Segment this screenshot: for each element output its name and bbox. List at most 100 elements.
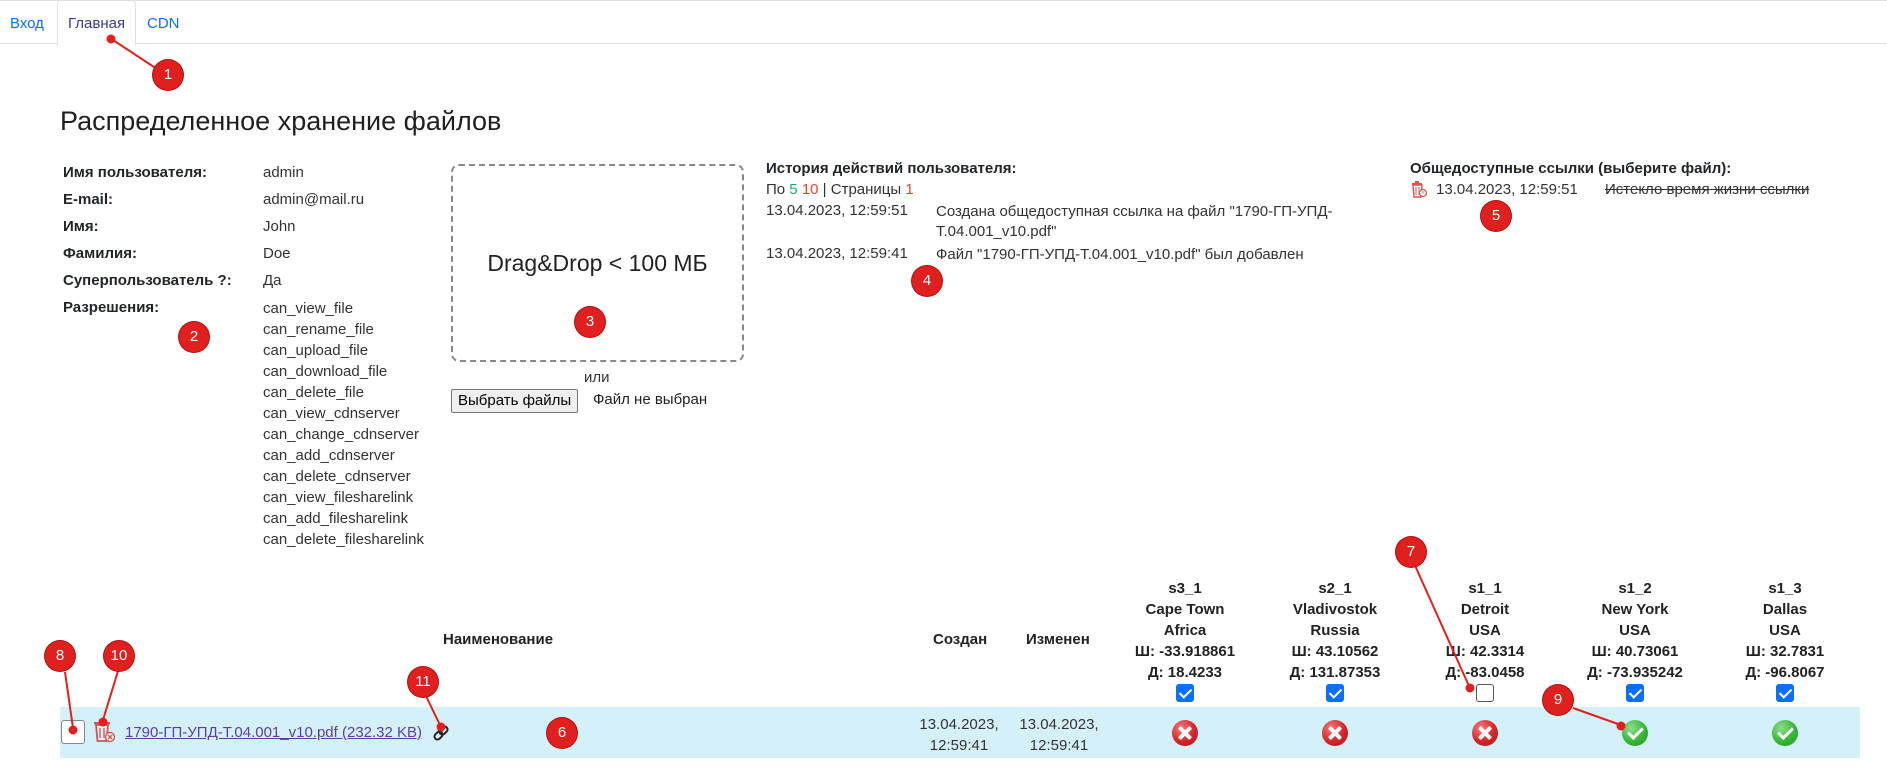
- server-header-s1_2: s1_2 New York USA Ш: 40.73061 Д: -73.935242: [1555, 578, 1715, 702]
- file-link[interactable]: 1790-ГП-УПД-Т.04.001_v10.pdf (232.32 KB): [125, 724, 422, 741]
- col-modified-header: Изменен: [1026, 631, 1090, 648]
- share-link-icon[interactable]: [432, 724, 450, 742]
- server-region: USA: [1619, 622, 1651, 639]
- permission-item: can_rename_file: [263, 321, 374, 338]
- server-header-s2_1: s2_1 Vladivostok Russia Ш: 43.10562 Д: 131.8…: [1255, 578, 1415, 702]
- annotation-badge: 3: [575, 307, 605, 337]
- username-label: Имя пользователя:: [63, 164, 207, 181]
- first-name-label: Имя:: [63, 218, 99, 235]
- server-checkbox[interactable]: [1476, 684, 1494, 702]
- history-entry-text: Создана общедоступная ссылка на файл "17…: [936, 203, 1333, 240]
- history-pager: По 5 10 | Страницы 1: [766, 181, 914, 198]
- server-header-s3_1: s3_1 Cape Town Africa Ш: -33.918861 Д: 18.42…: [1105, 578, 1265, 702]
- history-entry-date: 13.04.2023, 12:59:41: [766, 245, 908, 262]
- annotation-badge: 7: [1396, 537, 1426, 567]
- per-page-5-link[interactable]: 5: [789, 181, 797, 198]
- status-error-icon[interactable]: [1172, 720, 1198, 746]
- email-value: admin@mail.ru: [263, 191, 365, 208]
- per-page-10-link[interactable]: 10: [802, 181, 819, 198]
- server-city: Cape Town: [1145, 601, 1225, 618]
- tab-login[interactable]: Вход: [0, 1, 54, 45]
- server-header-s1_3: s1_3 Dallas USA Ш: 32.7831 Д: -96.8067: [1705, 578, 1865, 702]
- server-region: Russia: [1310, 622, 1360, 639]
- server-id: s2_1: [1318, 580, 1352, 597]
- annotation-badge: 10: [104, 641, 134, 671]
- server-lat: Ш: 42.3314: [1445, 643, 1525, 660]
- history-entry-text: Файл "1790-ГП-УПД-Т.04.001_v10.pdf" был …: [936, 246, 1304, 263]
- server-id: s3_1: [1168, 580, 1202, 597]
- permission-item: can_view_filesharelink: [263, 489, 414, 506]
- permission-item: can_view_cdnserver: [263, 405, 400, 422]
- annotation-badge: 9: [1543, 685, 1573, 715]
- server-lat: Ш: 43.10562: [1291, 643, 1379, 660]
- server-city: Vladivostok: [1292, 601, 1378, 618]
- server-lat: Ш: 40.73061: [1591, 643, 1679, 660]
- permission-item: can_delete_cdnserver: [263, 468, 411, 485]
- server-lat: Ш: 32.7831: [1745, 643, 1825, 660]
- email-label: E-mail:: [63, 191, 114, 208]
- permission-item: can_delete_filesharelink: [263, 531, 424, 548]
- username-value: admin: [263, 164, 304, 181]
- public-link-date[interactable]: 13.04.2023, 12:59:51: [1436, 181, 1578, 198]
- server-region: USA: [1469, 622, 1501, 639]
- annotation-badge: 6: [547, 718, 577, 748]
- server-header-s1_1: s1_1 Detroit USA Ш: 42.3314 Д: -83.0458: [1405, 578, 1565, 702]
- page-1-link[interactable]: 1: [905, 181, 913, 198]
- server-id: s1_1: [1468, 580, 1502, 597]
- nav-tabs: Вход Главная CDN: [0, 0, 1887, 46]
- choose-files-button[interactable]: Выбрать файлы: [451, 389, 579, 413]
- server-lat: Ш: -33.918861: [1134, 643, 1236, 660]
- server-checkbox[interactable]: [1776, 684, 1794, 702]
- pages-label: | Страницы: [822, 181, 902, 198]
- permission-item: can_view_file: [263, 300, 354, 317]
- created-cell: 13.04.2023, 12:59:41: [919, 716, 999, 754]
- permissions-label: Разрешения:: [63, 299, 160, 316]
- server-city: Dallas: [1762, 601, 1808, 618]
- row-select-checkbox[interactable]: [61, 720, 85, 744]
- superuser-value: Да: [263, 272, 282, 289]
- no-file-text: Файл не выбран: [593, 391, 708, 408]
- server-city: New York: [1601, 601, 1669, 618]
- dropzone-text: Drag&Drop < 100 МБ: [487, 249, 708, 276]
- annotation-badge: 11: [408, 667, 438, 697]
- server-checkbox[interactable]: [1326, 684, 1344, 702]
- permission-item: can_add_cdnserver: [263, 447, 395, 464]
- history-title: История действий пользователя:: [766, 160, 1017, 177]
- status-ok-icon[interactable]: [1772, 720, 1798, 746]
- permission-item: can_upload_file: [263, 342, 369, 359]
- or-text: или: [584, 369, 610, 386]
- server-region: Africa: [1163, 622, 1207, 639]
- first-name-value: John: [263, 218, 296, 235]
- public-links-title: Общедоступные ссылки (выберите файл):: [1410, 160, 1732, 177]
- server-region: USA: [1769, 622, 1801, 639]
- server-lon: Д: -83.0458: [1445, 664, 1525, 681]
- tab-cdn[interactable]: CDN: [137, 1, 190, 45]
- server-lon: Д: -96.8067: [1745, 664, 1825, 681]
- status-error-icon[interactable]: [1322, 720, 1348, 746]
- trash-clock-icon[interactable]: [1411, 180, 1427, 198]
- trash-icon[interactable]: [93, 719, 115, 743]
- annotation-badge: 1: [153, 60, 183, 90]
- history-entry-date: 13.04.2023, 12:59:51: [766, 202, 908, 219]
- annotation-badge: 8: [45, 641, 75, 671]
- server-id: s1_3: [1768, 580, 1802, 597]
- status-ok-icon[interactable]: [1622, 720, 1648, 746]
- annotation-badge: 5: [1481, 201, 1511, 231]
- status-error-icon[interactable]: [1472, 720, 1498, 746]
- permission-item: can_add_filesharelink: [263, 510, 409, 527]
- superuser-label: Суперпользователь ?:: [63, 272, 232, 289]
- annotation-badge: 2: [179, 322, 209, 352]
- permission-item: can_download_file: [263, 363, 388, 380]
- modified-cell: 13.04.2023, 12:59:41: [1019, 716, 1099, 754]
- page-title: Распределенное хранение файлов: [60, 106, 502, 136]
- per-page-prefix: По: [766, 181, 786, 198]
- server-lon: Д: 18.4233: [1147, 664, 1223, 681]
- permission-item: can_change_cdnserver: [263, 426, 419, 443]
- server-lon: Д: 131.87353: [1289, 664, 1381, 681]
- tab-main[interactable]: Главная: [57, 0, 137, 46]
- server-checkbox[interactable]: [1626, 684, 1644, 702]
- last-name-label: Фамилия:: [63, 245, 137, 262]
- server-id: s1_2: [1618, 580, 1652, 597]
- public-link-status: Истекло время жизни ссылки: [1605, 181, 1810, 198]
- server-checkbox[interactable]: [1176, 684, 1194, 702]
